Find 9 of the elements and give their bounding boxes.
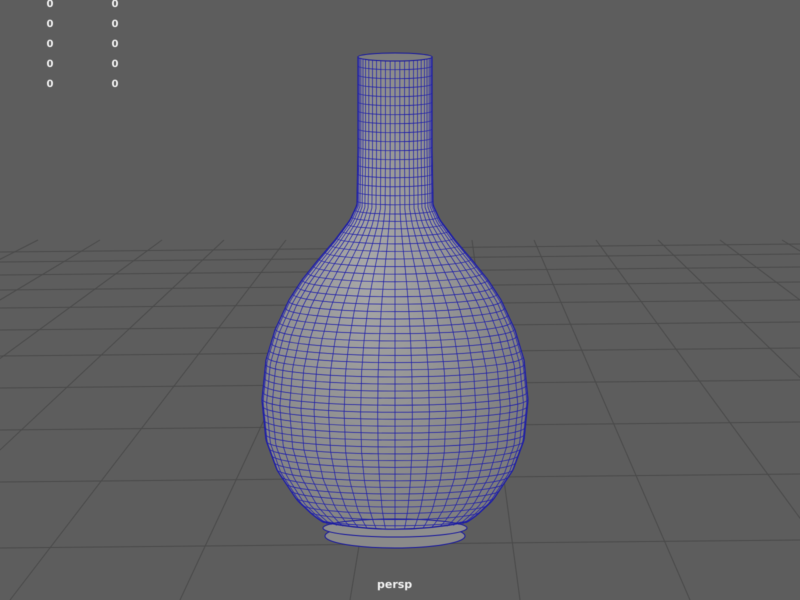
stat-value: 0 <box>110 58 120 72</box>
stat-value: 0 <box>46 38 54 52</box>
stat-value: 0 <box>110 38 120 52</box>
stat-value: 0 <box>110 78 120 92</box>
camera-label: persp <box>377 578 412 591</box>
stat-value: 0 <box>46 18 54 32</box>
stat-value: 0 <box>46 78 54 92</box>
stat-value: 0 <box>110 18 120 32</box>
stat-value: 0 <box>46 58 54 72</box>
